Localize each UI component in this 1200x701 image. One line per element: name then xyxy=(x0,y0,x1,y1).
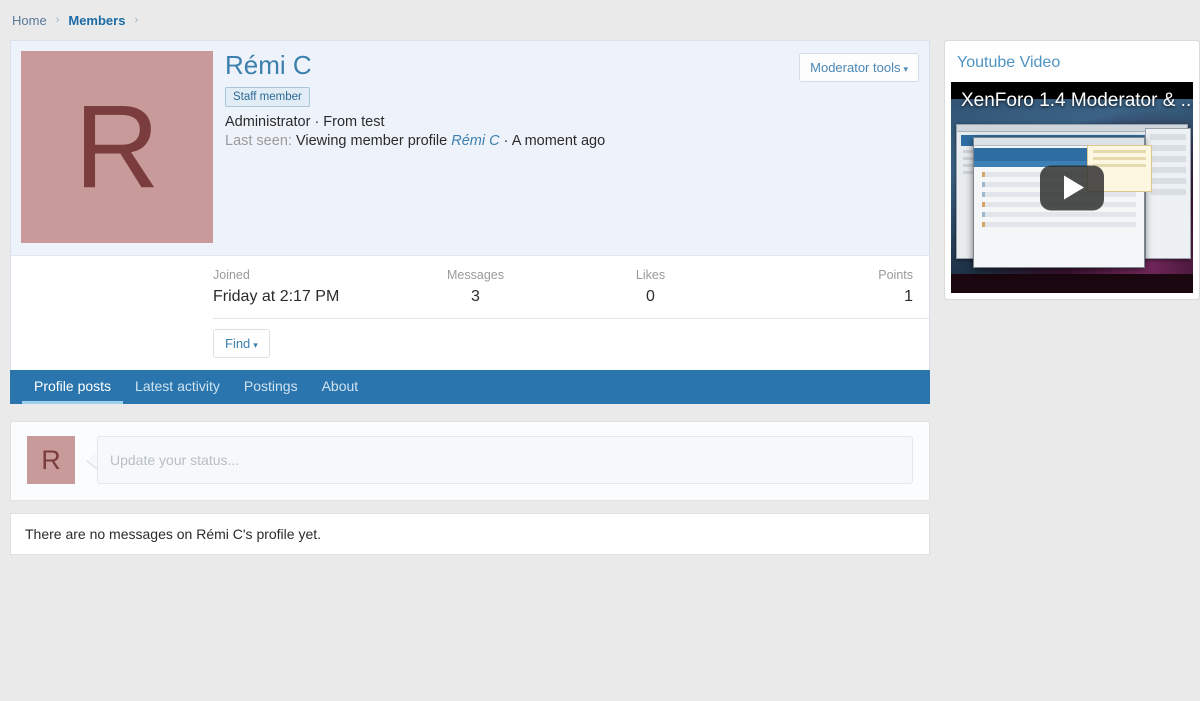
stat-likes[interactable]: Likes 0 xyxy=(563,268,738,306)
profile-tabs: Profile posts Latest activity Postings A… xyxy=(10,370,930,404)
page-layout: R Moderator tools ▾ Rémi C Staff member A… xyxy=(0,40,1200,555)
profile-info: Moderator tools ▾ Rémi C Staff member Adm… xyxy=(213,50,919,243)
profile-stats: Joined Friday at 2:17 PM Messages 3 Like… xyxy=(213,256,929,319)
last-seen-separator: · xyxy=(503,132,509,149)
chevron-down-icon: ▾ xyxy=(903,64,908,74)
sidebar: Youtube Video XenForo 1.4 Moderator & ..… xyxy=(944,40,1200,300)
breadcrumb-separator-icon: › xyxy=(55,14,60,26)
tab-profile-posts[interactable]: Profile posts xyxy=(22,370,124,404)
last-seen-label: Last seen: xyxy=(225,132,292,149)
status-input[interactable] xyxy=(97,436,913,484)
video-title: XenForo 1.4 Moderator & ... xyxy=(961,90,1193,111)
user-title: Administrator · From test xyxy=(225,113,385,130)
last-seen-action: Viewing member profile xyxy=(295,132,448,149)
avatar[interactable]: R xyxy=(27,436,75,484)
find-button[interactable]: Find ▾ xyxy=(213,329,270,358)
no-messages-notice: There are no messages on Rémi C's profil… xyxy=(10,513,930,555)
moderator-tools-button[interactable]: Moderator tools ▾ xyxy=(799,53,919,82)
stat-label: Points xyxy=(878,268,913,282)
breadcrumb: Home › Members › xyxy=(0,0,1200,40)
play-icon[interactable] xyxy=(1040,165,1104,210)
tab-latest-activity[interactable]: Latest activity xyxy=(123,370,232,404)
youtube-video-widget: Youtube Video XenForo 1.4 Moderator & ..… xyxy=(944,40,1200,300)
breadcrumb-separator-icon: › xyxy=(134,14,139,26)
stat-value: Friday at 2:17 PM xyxy=(213,288,340,305)
stat-value: 0 xyxy=(646,288,655,305)
member-profile-card: R Moderator tools ▾ Rémi C Staff member A… xyxy=(10,40,930,370)
breadcrumb-members[interactable]: Members xyxy=(68,13,125,28)
stat-points[interactable]: Points 1 xyxy=(738,268,913,306)
last-seen: Last seen: Viewing member profile Rémi C… xyxy=(225,133,919,149)
stat-label: Joined xyxy=(213,268,250,282)
stat-value: 3 xyxy=(471,288,480,305)
stat-label: Messages xyxy=(447,268,504,282)
status-badge: Staff member xyxy=(225,86,310,107)
breadcrumb-home[interactable]: Home xyxy=(12,13,47,28)
last-seen-time: A moment ago xyxy=(511,132,606,149)
avatar[interactable]: R xyxy=(21,51,213,243)
profile-stats-section: Joined Friday at 2:17 PM Messages 3 Like… xyxy=(11,255,929,370)
find-row: Find ▾ xyxy=(213,319,929,370)
profile-header: R Moderator tools ▾ Rémi C Staff member A… xyxy=(11,41,929,243)
moderator-tools-label: Moderator tools xyxy=(810,60,901,75)
stat-joined: Joined Friday at 2:17 PM xyxy=(213,268,388,306)
video-thumbnail[interactable]: XenForo 1.4 Moderator & ... xyxy=(951,82,1193,293)
widget-title: Youtube Video xyxy=(957,54,1061,71)
tab-about[interactable]: About xyxy=(310,370,371,404)
tab-postings[interactable]: Postings xyxy=(232,370,310,404)
status-update-box: R xyxy=(10,421,930,501)
main-column: R Moderator tools ▾ Rémi C Staff member A… xyxy=(10,40,930,555)
status-bubble xyxy=(86,436,913,484)
chevron-down-icon: ▾ xyxy=(253,340,258,350)
last-seen-profile-link[interactable]: Rémi C xyxy=(451,133,499,149)
stat-value: 1 xyxy=(904,288,913,305)
stat-label: Likes xyxy=(635,268,666,282)
find-button-label: Find xyxy=(225,336,251,351)
stat-messages[interactable]: Messages 3 xyxy=(388,268,563,306)
